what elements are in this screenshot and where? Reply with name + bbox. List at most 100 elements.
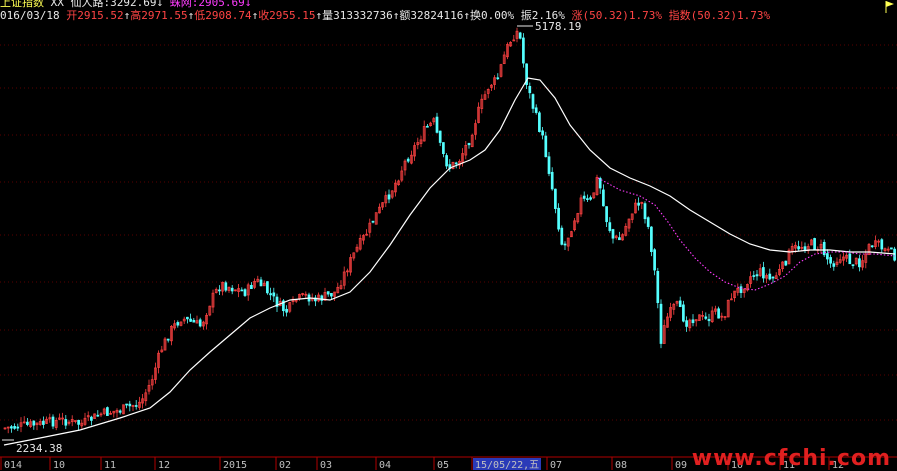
candle-body (752, 275, 756, 277)
candle-body (848, 253, 852, 265)
candle-body (243, 289, 247, 296)
candle-body (858, 258, 861, 268)
x-tick-label: 03 (320, 460, 332, 470)
x-tick-label: 09 (675, 460, 687, 470)
candle-body (678, 300, 682, 308)
candle-body (656, 271, 660, 304)
candle-body (442, 142, 445, 155)
candle-body (880, 239, 884, 250)
info-close: 收2955.15 (258, 9, 316, 22)
candle-body (707, 319, 711, 322)
x-tick-label: 014 (4, 460, 22, 470)
ma2-value: 2905.69 (198, 0, 245, 9)
candle-body (704, 316, 708, 319)
candle-body (602, 189, 605, 207)
x-tick-label: 10 (53, 460, 65, 470)
candle-body (557, 207, 560, 230)
ma-arrow: ↓ (156, 0, 164, 9)
candle-body (125, 403, 128, 406)
candle-body (189, 318, 192, 322)
candle-body (518, 32, 522, 39)
candle-body (768, 273, 772, 280)
candle-body (467, 143, 471, 146)
candle-body (435, 116, 439, 133)
watermark: www.cfchi.com (691, 446, 891, 471)
candle-body (560, 227, 564, 245)
candle-body (186, 316, 189, 320)
candle-body (643, 203, 647, 220)
candle-body (406, 158, 410, 162)
candle-body (10, 426, 13, 429)
candle-body (582, 195, 586, 199)
candle-body (259, 279, 263, 287)
candle-body (851, 264, 855, 267)
candle-body (717, 308, 720, 319)
candle-body (16, 426, 20, 429)
candle-body (51, 416, 55, 427)
candle-body (218, 289, 221, 292)
candle-body (96, 414, 100, 417)
candle-body (13, 426, 16, 429)
candle-body (659, 303, 663, 344)
candle-body (653, 249, 656, 271)
x-tick-label: 12 (158, 460, 170, 470)
x-tick-label: 11 (104, 460, 116, 470)
candle-body (598, 177, 602, 189)
candle-body (522, 37, 525, 64)
candle-body (285, 308, 288, 313)
info-volume: 量313332736 (322, 9, 393, 22)
candle-body (528, 85, 532, 94)
flag-icon[interactable] (885, 1, 895, 13)
info-amount: 额32824116 (399, 9, 464, 22)
candle-body (534, 107, 538, 113)
ma-prefix: XX 仙人路: (50, 0, 111, 9)
candle-body (771, 276, 775, 279)
candle-body (371, 220, 375, 223)
candle-body (538, 112, 541, 132)
candle-body (445, 155, 448, 167)
candle-body (240, 289, 244, 292)
candle-body (611, 229, 615, 239)
candle-body (870, 245, 874, 248)
candle-body (893, 248, 896, 261)
candle-body (77, 419, 80, 425)
candle-body (547, 156, 551, 174)
candle-body (90, 416, 93, 421)
candle-body (272, 292, 276, 297)
candle-body (605, 206, 608, 223)
index-title: 上证指数 (0, 0, 44, 9)
candle-body (682, 304, 685, 322)
candle-body (224, 282, 228, 291)
candle-body (541, 130, 544, 136)
candle-body (426, 125, 429, 128)
candle-body (803, 246, 807, 251)
candle-body (832, 263, 836, 267)
candle-body (762, 267, 765, 279)
x-tick-label: 02 (279, 460, 291, 470)
x-tick-label: 08 (615, 460, 627, 470)
candle-body (826, 253, 829, 260)
candle-body (586, 198, 589, 200)
candle-body (192, 319, 196, 323)
chart-title-row: 上证指数 XX 仙人路:3292.69↓ 蛛网:2905.69↓ (0, 0, 251, 9)
candle-body (387, 194, 391, 200)
candle-body (589, 197, 592, 200)
x-tick-label: 04 (379, 460, 391, 470)
candle-body (531, 94, 535, 109)
candle-body (326, 291, 330, 295)
candle-body (637, 202, 640, 206)
candle-body (26, 421, 29, 425)
x-tick-label: 07 (550, 460, 562, 470)
x-tick-label: 2015 (223, 460, 247, 470)
candle-body (890, 247, 893, 250)
candle-body (438, 130, 442, 143)
candle-body (266, 281, 269, 294)
info-open: 开2915.52 (66, 9, 124, 22)
min-price-label: 2234.38 (16, 442, 62, 455)
candle-body (176, 322, 180, 326)
candle-body (496, 77, 500, 80)
candle-body (128, 403, 132, 407)
info-change: 涨(50.32)1.73% (571, 9, 662, 22)
candle-body (454, 162, 458, 165)
candle-body (813, 238, 816, 250)
